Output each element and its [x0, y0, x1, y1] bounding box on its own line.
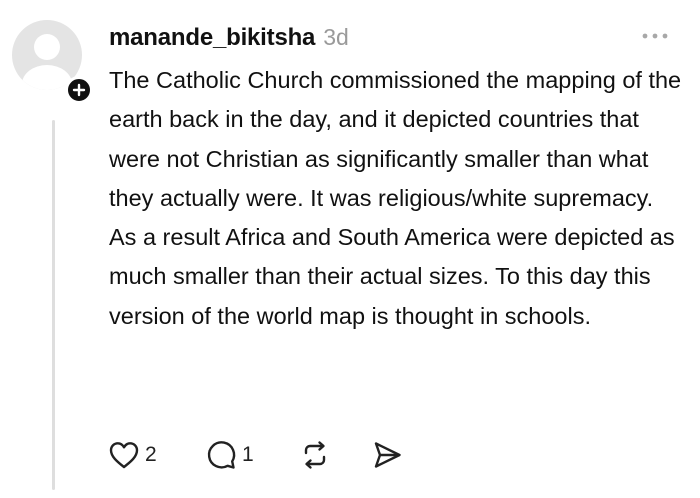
action-bar: 2 1 — [108, 438, 403, 472]
username[interactable]: manande_bikitsha — [109, 24, 315, 52]
repost-button[interactable] — [299, 439, 371, 471]
timestamp: 3d — [323, 24, 349, 50]
more-horizontal-icon[interactable] — [640, 30, 670, 42]
repost-icon — [304, 441, 326, 469]
follow-badge[interactable] — [65, 76, 93, 104]
thread-line — [52, 120, 55, 490]
comment-icon — [207, 441, 236, 469]
heart-icon — [109, 442, 139, 469]
reply-count: 1 — [242, 443, 254, 466]
like-button[interactable]: 2 — [108, 440, 205, 470]
plus-icon — [72, 83, 86, 97]
like-count: 2 — [145, 443, 157, 466]
reply-button[interactable]: 1 — [205, 439, 299, 471]
comment-header: manande_bikitsha 3d — [109, 24, 349, 56]
share-button[interactable] — [371, 439, 403, 471]
send-icon — [374, 442, 401, 468]
comment-body: The Catholic Church commissioned the map… — [109, 67, 682, 329]
